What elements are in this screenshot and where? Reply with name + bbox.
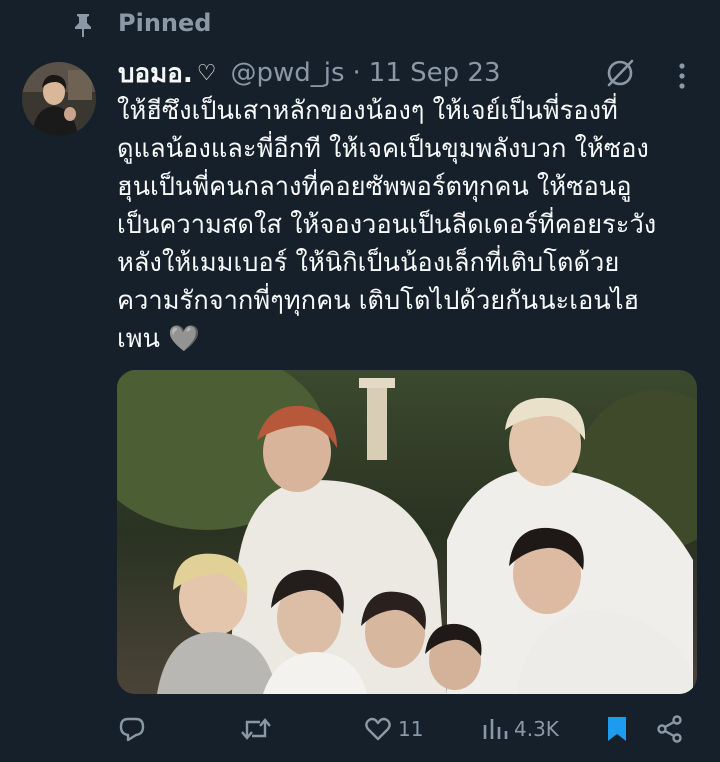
avatar[interactable]	[22, 62, 96, 136]
pinned-indicator: Pinned	[0, 0, 720, 48]
separator-dot: ·	[352, 58, 361, 88]
views-button[interactable]: 4.3K	[482, 706, 559, 752]
author-handle[interactable]: @pwd_js	[230, 58, 344, 88]
views-count: 4.3K	[514, 717, 559, 741]
photo-image	[117, 370, 697, 694]
tweet-date[interactable]: 11 Sep 23	[369, 58, 501, 88]
avatar-image	[22, 62, 96, 136]
tweet-photo[interactable]	[117, 370, 697, 694]
action-bar: 11 4.3K	[0, 706, 720, 752]
heart-icon	[365, 717, 391, 741]
pinned-label: Pinned	[118, 9, 212, 37]
author-name[interactable]: บอมอ.	[118, 53, 193, 94]
name-emoji: ♡	[196, 60, 217, 86]
more-icon[interactable]	[670, 60, 694, 92]
reply-icon	[119, 717, 145, 742]
like-button[interactable]: 11	[364, 706, 423, 752]
bookmark-button[interactable]	[606, 706, 628, 752]
pin-icon	[75, 14, 91, 37]
retweet-button[interactable]	[240, 706, 278, 752]
retweet-icon	[241, 718, 271, 740]
views-icon	[483, 719, 508, 739]
tweet-text: ให้ฮีซึงเป็นเสาหลักของน้องๆ ให้เจย์เป็นพ…	[117, 96, 657, 354]
reply-button[interactable]	[118, 706, 152, 752]
tweet-header: บอมอ. ♡ @pwd_js · 11 Sep 23	[118, 56, 501, 90]
bookmark-icon	[608, 717, 626, 741]
grok-icon[interactable]	[604, 57, 636, 89]
like-count: 11	[398, 717, 424, 741]
share-button[interactable]	[656, 706, 684, 752]
share-icon	[657, 715, 682, 743]
